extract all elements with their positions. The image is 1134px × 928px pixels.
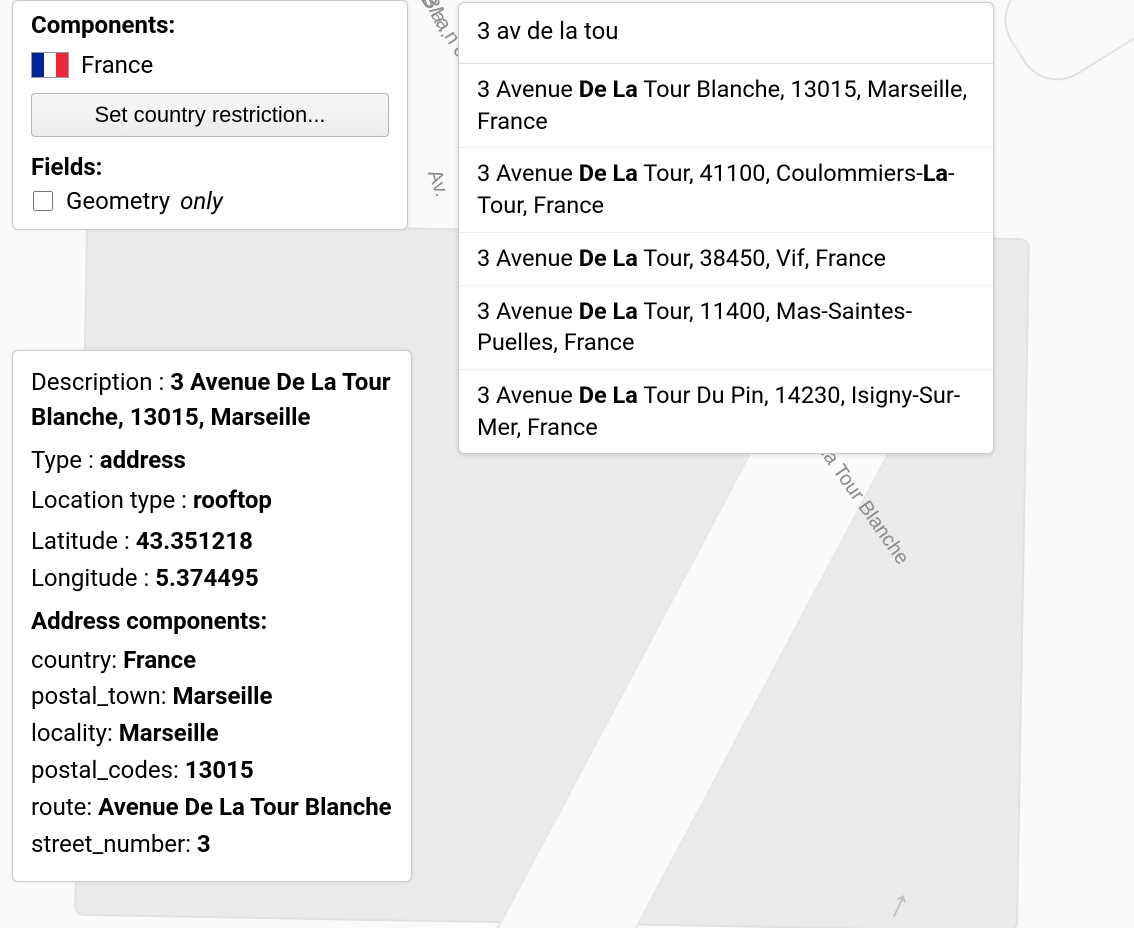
france-flag-icon: [31, 52, 69, 78]
config-panel: Components: France Set country restricti…: [12, 0, 408, 230]
autocomplete-suggestion[interactable]: 3 Avenue De La Tour, 41100, Coulommiers-…: [459, 148, 993, 232]
component-postal-town: postal_town: Marseille: [31, 679, 393, 714]
autocomplete-suggestion[interactable]: 3 Avenue De La Tour Blanche, 13015, Mars…: [459, 64, 993, 148]
component-street-number: street_number: 3: [31, 827, 393, 862]
country-name: France: [81, 51, 153, 79]
result-location-type: Location type : rooftop: [31, 483, 393, 518]
result-description: Description : 3 Avenue De La Tour Blanch…: [31, 365, 393, 435]
map-road-tr: [989, 0, 1134, 95]
address-components-heading: Address components:: [31, 604, 393, 639]
autocomplete-input[interactable]: [459, 3, 993, 64]
component-locality: locality: Marseille: [31, 716, 393, 751]
geometry-field-label: Geometry: [66, 187, 170, 215]
component-route: route: Avenue De La Tour Blanche: [31, 790, 393, 825]
result-latitude: Latitude : 43.351218: [31, 524, 393, 559]
results-panel: Description : 3 Avenue De La Tour Blanch…: [12, 350, 412, 882]
fields-heading: Fields:: [31, 153, 389, 181]
components-heading: Components:: [31, 11, 389, 39]
autocomplete-suggestion[interactable]: 3 Avenue De La Tour Du Pin, 14230, Isign…: [459, 370, 993, 453]
map-road-label-av: Av.: [422, 167, 453, 200]
autocomplete-list: 3 Avenue De La Tour Blanche, 13015, Mars…: [459, 64, 993, 453]
autocomplete-panel: 3 Avenue De La Tour Blanche, 13015, Mars…: [458, 2, 994, 454]
autocomplete-suggestion[interactable]: 3 Avenue De La Tour, 38450, Vif, France: [459, 233, 993, 286]
geometry-only-checkbox[interactable]: [33, 191, 53, 211]
geometry-only-option[interactable]: Geometry only: [31, 187, 389, 215]
result-longitude: Longitude : 5.374495: [31, 561, 393, 596]
result-type: Type : address: [31, 443, 393, 478]
autocomplete-suggestion[interactable]: 3 Avenue De La Tour, 11400, Mas-Saintes-…: [459, 286, 993, 370]
component-country: country: France: [31, 643, 393, 678]
set-country-restriction-button[interactable]: Set country restriction...: [31, 93, 389, 137]
only-label: only: [180, 187, 223, 215]
country-row: France: [31, 51, 389, 79]
component-postal-codes: postal_codes: 13015: [31, 753, 393, 788]
